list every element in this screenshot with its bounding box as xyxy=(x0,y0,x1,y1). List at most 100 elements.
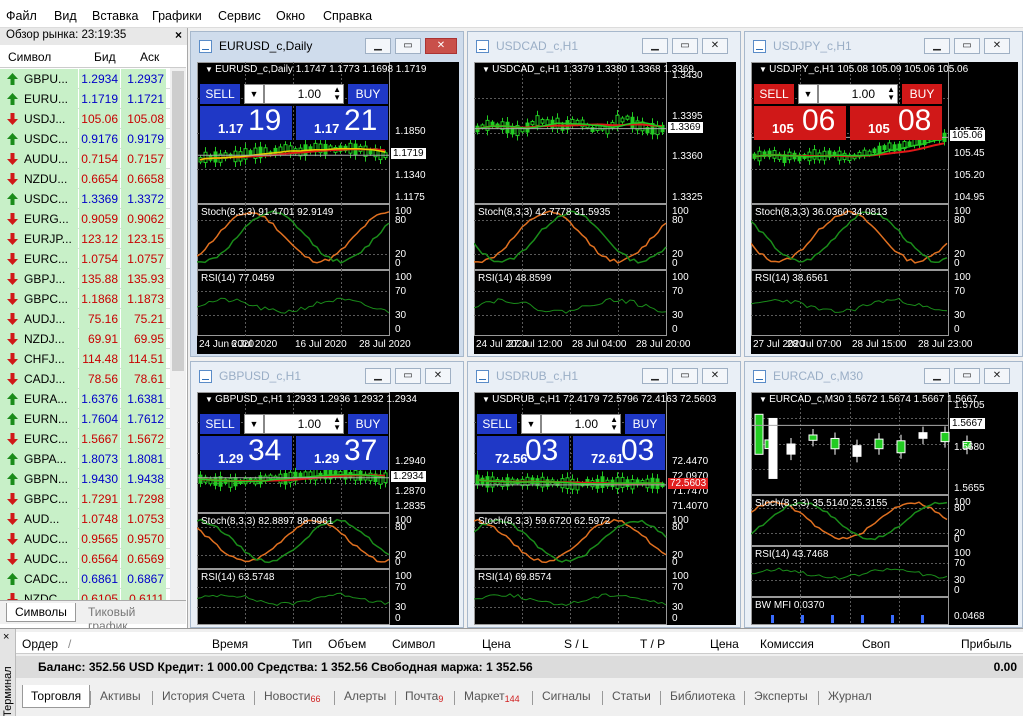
minimize-button[interactable]: ▁ xyxy=(924,368,950,384)
lot-size-input[interactable]: 1.00 ▲ ▼ xyxy=(818,84,898,104)
col-volume[interactable]: Объем xyxy=(328,637,366,651)
col-time[interactable]: Время xyxy=(212,637,248,651)
market-watch-scrollbar[interactable] xyxy=(170,68,186,608)
menu-help[interactable]: Справка xyxy=(323,9,372,23)
col-bid[interactable]: Бид xyxy=(94,50,116,64)
tab-signals[interactable]: Сигналы xyxy=(536,687,597,705)
minimize-button[interactable]: ▁ xyxy=(365,368,391,384)
tab-experts[interactable]: Эксперты xyxy=(748,687,814,705)
tab-news[interactable]: Новости66 xyxy=(258,687,326,706)
market-watch-row[interactable]: GBPN... 1.9430 1.9438 xyxy=(0,469,170,489)
market-watch-row[interactable]: AUDC... 0.9565 0.9570 xyxy=(0,529,170,549)
lot-dropdown-button[interactable]: ▼ xyxy=(244,84,264,104)
sell-price-button[interactable]: 105 06 xyxy=(754,104,846,140)
chart-area[interactable]: USDJPY_c,H1 105.08 105.09 105.06 105.06 S… xyxy=(751,62,1018,354)
chart-window-titlebar[interactable]: USDJPY_c,H1 ▁ ▭ ✕ xyxy=(745,32,1022,58)
col-symbol[interactable]: Символ xyxy=(392,637,435,651)
market-watch-row[interactable]: EURJP... 123.12 123.15 xyxy=(0,229,170,249)
chart-window-eurcad[interactable]: EURCAD_c,M30 ▁▭✕ EURCAD_c,M30 1.5672 1.567… xyxy=(744,361,1023,628)
market-watch-row[interactable]: GBPJ... 135.88 135.93 xyxy=(0,269,170,289)
chart-window-usdcad[interactable]: USDCAD_c,H1 ▁▭✕ USDCAD_c,H1 1.3379 1.3380 … xyxy=(467,31,741,357)
tab-history[interactable]: История Счета xyxy=(156,687,251,705)
buy-button[interactable]: BUY xyxy=(348,84,388,104)
chart-window-titlebar[interactable]: EURCAD_c,M30 ▁ ▭ ✕ xyxy=(745,362,1022,388)
menu-charts[interactable]: Графики xyxy=(152,9,202,23)
buy-button[interactable]: BUY xyxy=(625,414,665,434)
market-watch-row[interactable]: GBPA... 1.8073 1.8081 xyxy=(0,449,170,469)
chart-area[interactable]: GBPUSD_c,H1 1.2933 1.2936 1.2932 1.2934 S… xyxy=(197,392,459,625)
market-watch-row[interactable]: USDJ... 105.06 105.08 xyxy=(0,109,170,129)
buy-price-button[interactable]: 105 08 xyxy=(850,104,942,140)
minimize-button[interactable]: ▁ xyxy=(365,38,391,54)
balance-row[interactable]: Баланс: 352.56 USD Кредит: 1 000.00 Сред… xyxy=(16,656,1023,678)
chart-window-eurusd[interactable]: EURUSD_c,Daily ▁▭✕ EURUSD_c,Daily 1.1747 1… xyxy=(190,31,464,357)
spinner-icon[interactable]: ▲ ▼ xyxy=(333,86,341,102)
menu-window[interactable]: Окно xyxy=(276,9,305,23)
col-price-current[interactable]: Цена xyxy=(710,637,739,651)
market-watch-row[interactable]: AUDU... 0.7154 0.7157 xyxy=(0,149,170,169)
chart-area[interactable]: EURCAD_c,M30 1.5672 1.5674 1.5667 1.5667… xyxy=(751,392,1018,625)
menu-tools[interactable]: Сервис xyxy=(218,9,261,23)
maximize-button[interactable]: ▭ xyxy=(672,38,698,54)
market-watch-row[interactable]: GBPC... 1.7291 1.7298 xyxy=(0,489,170,509)
tab-alerts[interactable]: Алерты xyxy=(338,687,392,705)
buy-price-button[interactable]: 1.17 21 xyxy=(296,104,388,140)
col-price[interactable]: Цена xyxy=(482,637,511,651)
chart-window-titlebar[interactable]: USDRUB_c,H1 ▁ ▭ ✕ xyxy=(468,362,740,388)
lot-dropdown-button[interactable]: ▼ xyxy=(798,84,818,104)
market-watch-row[interactable]: AUDC... 0.6564 0.6569 xyxy=(0,549,170,569)
market-watch-row[interactable]: AUD... 1.0748 1.0753 xyxy=(0,509,170,529)
market-watch-row[interactable]: CADC... 0.6861 0.6867 xyxy=(0,569,170,589)
spinner-icon[interactable]: ▲ ▼ xyxy=(333,416,341,432)
tab-mail[interactable]: Почта9 xyxy=(399,687,449,706)
market-watch-row[interactable]: EURA... 1.6376 1.6381 xyxy=(0,389,170,409)
maximize-button[interactable]: ▭ xyxy=(954,368,980,384)
tab-symbols[interactable]: Символы xyxy=(6,603,76,622)
col-type[interactable]: Тип xyxy=(292,637,312,651)
maximize-button[interactable]: ▭ xyxy=(395,38,421,54)
market-watch-row[interactable]: EURN... 1.7604 1.7612 xyxy=(0,409,170,429)
col-profit[interactable]: Прибыль xyxy=(961,637,1012,651)
sell-button[interactable]: SELL xyxy=(477,414,517,434)
market-watch-row[interactable]: NZDU... 0.6654 0.6658 xyxy=(0,169,170,189)
sell-price-button[interactable]: 72.56 03 xyxy=(477,434,569,470)
market-watch-row[interactable]: NZDJ... 69.91 69.95 xyxy=(0,329,170,349)
market-watch-row[interactable]: USDC... 0.9176 0.9179 xyxy=(0,129,170,149)
market-watch-row[interactable]: AUDJ... 75.16 75.21 xyxy=(0,309,170,329)
close-button[interactable]: ✕ xyxy=(984,38,1010,54)
close-icon[interactable]: × xyxy=(175,28,182,42)
minimize-button[interactable]: ▁ xyxy=(642,368,668,384)
chart-window-usdjpy[interactable]: USDJPY_c,H1 ▁▭✕ USDJPY_c,H1 105.08 105.09 … xyxy=(744,31,1023,357)
buy-price-button[interactable]: 1.29 37 xyxy=(296,434,388,470)
col-swap[interactable]: Своп xyxy=(862,637,890,651)
close-icon[interactable]: × xyxy=(3,631,9,643)
menu-insert[interactable]: Вставка xyxy=(92,9,138,23)
tab-market[interactable]: Маркет144 xyxy=(458,687,526,706)
col-order[interactable]: Ордер xyxy=(22,637,58,651)
maximize-button[interactable]: ▭ xyxy=(954,38,980,54)
chart-area[interactable]: USDCAD_c,H1 1.3379 1.3380 1.3368 1.3369 S… xyxy=(474,62,736,354)
chart-window-gbpusd[interactable]: GBPUSD_c,H1 ▁▭✕ GBPUSD_c,H1 1.2933 1.2936 … xyxy=(190,361,464,628)
menu-file[interactable]: Файл xyxy=(6,9,37,23)
tab-journal[interactable]: Журнал xyxy=(822,687,878,705)
lot-size-input[interactable]: 1.00 ▲ ▼ xyxy=(264,414,344,434)
sell-button[interactable]: SELL xyxy=(200,414,240,434)
close-button[interactable]: ✕ xyxy=(984,368,1010,384)
tab-library[interactable]: Библиотека xyxy=(664,687,741,705)
buy-button[interactable]: BUY xyxy=(902,84,942,104)
col-symbol[interactable]: Символ xyxy=(8,50,51,64)
market-watch-row[interactable]: EURU... 1.1719 1.1721 xyxy=(0,89,170,109)
tab-articles[interactable]: Статьи xyxy=(606,687,657,705)
chart-window-titlebar[interactable]: EURUSD_c,Daily ▁ ▭ ✕ xyxy=(191,32,463,58)
maximize-button[interactable]: ▭ xyxy=(395,368,421,384)
market-watch-row[interactable]: USDC... 1.3369 1.3372 xyxy=(0,189,170,209)
chart-window-titlebar[interactable]: GBPUSD_c,H1 ▁ ▭ ✕ xyxy=(191,362,463,388)
market-watch-row[interactable]: CADJ... 78.56 78.61 xyxy=(0,369,170,389)
spinner-icon[interactable]: ▲ ▼ xyxy=(610,416,618,432)
sell-button[interactable]: SELL xyxy=(200,84,240,104)
chart-area[interactable]: USDRUB_c,H1 72.4179 72.5796 72.4163 72.5… xyxy=(474,392,736,625)
tab-tick-chart[interactable]: Тиковый график xyxy=(80,603,186,628)
menu-view[interactable]: Вид xyxy=(54,9,77,23)
col-sl[interactable]: S / L xyxy=(564,637,589,651)
col-tp[interactable]: T / P xyxy=(640,637,665,651)
